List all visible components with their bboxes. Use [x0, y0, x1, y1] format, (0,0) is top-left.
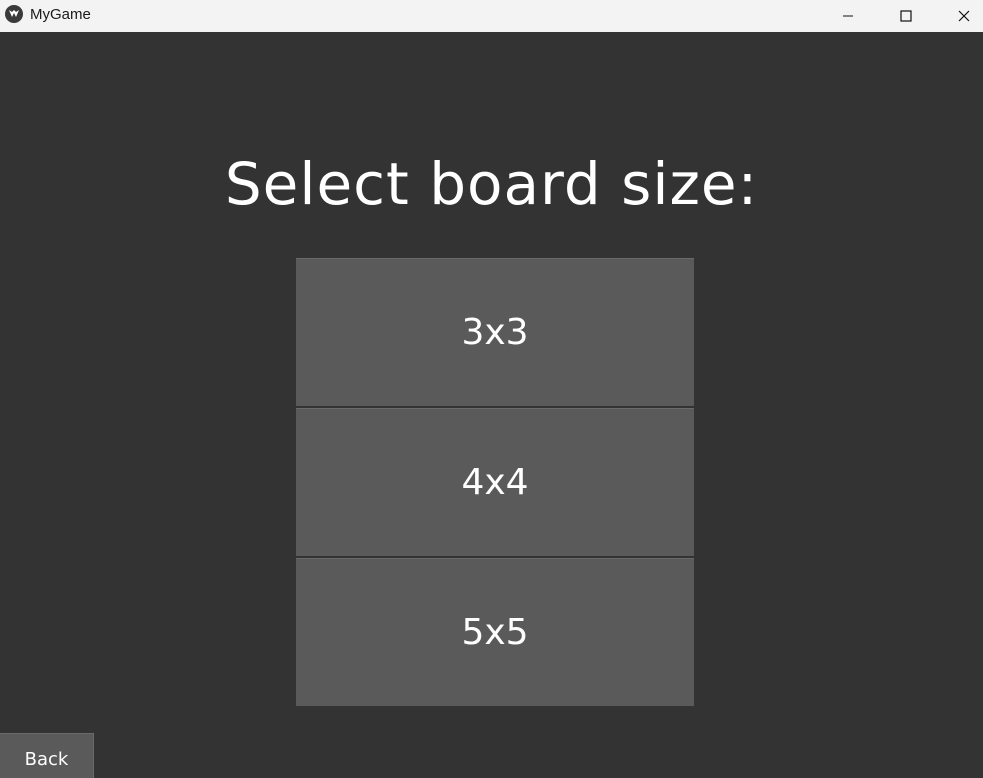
board-size-4x4-button[interactable]: 4x4	[296, 408, 694, 556]
kivy-logo-icon	[5, 5, 23, 23]
close-button[interactable]	[941, 0, 983, 32]
board-size-label: 5x5	[461, 612, 529, 653]
board-size-label: 3x3	[461, 312, 529, 353]
window-title: MyGame	[30, 6, 91, 23]
board-size-3x3-button[interactable]: 3x3	[296, 258, 694, 406]
board-size-label: 4x4	[461, 462, 529, 503]
close-icon	[958, 10, 970, 22]
back-button[interactable]: Back	[0, 733, 94, 778]
title-bar[interactable]: MyGame	[0, 0, 983, 32]
board-size-screen: Select board size: 3x3 4x4 5x5 Back	[0, 32, 983, 778]
minimize-button[interactable]	[825, 0, 871, 32]
board-size-5x5-button[interactable]: 5x5	[296, 558, 694, 706]
maximize-icon	[900, 10, 912, 22]
minimize-icon	[843, 15, 853, 17]
app-window: MyGame Select board size: 3x3 4x4 5x5 Ba…	[0, 0, 983, 778]
page-title: Select board size:	[224, 150, 759, 218]
maximize-button[interactable]	[883, 0, 929, 32]
back-label: Back	[24, 748, 69, 770]
